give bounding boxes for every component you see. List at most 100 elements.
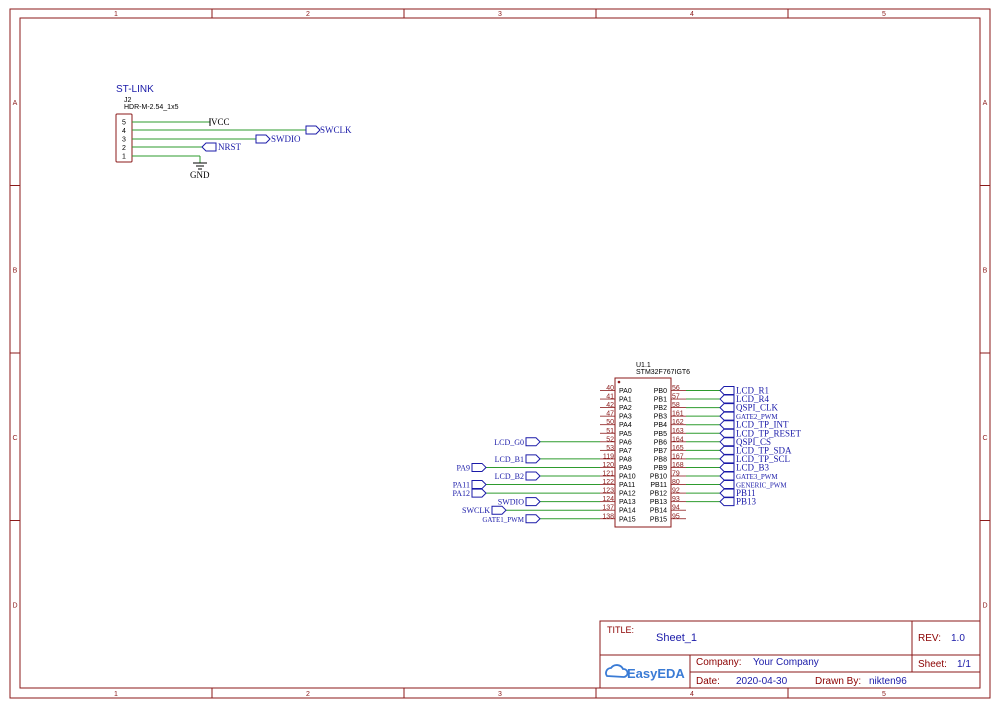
vcc-label: VCC [211, 117, 230, 127]
net-flag [719, 488, 735, 498]
net-flag [525, 437, 541, 447]
mcu-pin-number: 56 [672, 385, 680, 392]
mcu-pin-name: PB11 [650, 482, 667, 489]
mcu-pin-name: PB15 [650, 516, 667, 523]
net-flag [719, 428, 735, 438]
mcu-pin-name: PB14 [650, 508, 667, 515]
rev-label: REV: [918, 633, 941, 644]
column-label: 4 [690, 11, 694, 18]
stlink-connector: ST-LINK J2 HDR-M-2.54_1x5 54 32 1 VCC SWCL… [115, 84, 352, 180]
row-label: C [12, 435, 17, 442]
mcu-pin-number: 123 [602, 488, 614, 495]
mcu-pin-name: PB2 [654, 405, 667, 412]
mcu-pin-name: PB13 [650, 499, 667, 506]
schematic-sheet: 1122334455A AB BC CD D ST-LINK J2 HDR-M-2.54… [9, 8, 991, 699]
mcu-pin-number: 122 [602, 479, 614, 486]
mcu-pin-number: 80 [672, 479, 680, 486]
swdio-flag [255, 134, 271, 144]
mcu-pin-number: 168 [672, 462, 684, 469]
title-label: TITLE: [607, 625, 635, 635]
mcu-pin-number: 79 [672, 471, 680, 478]
column-label: 2 [306, 691, 310, 698]
net-flag [719, 394, 735, 404]
row-label: D [12, 602, 17, 609]
stlink-pin-number: 4 [122, 128, 126, 135]
mcu-pin-number: 163 [672, 428, 684, 435]
net-label: PB13 [736, 497, 757, 507]
mcu-pin-name: PA4 [619, 422, 632, 429]
row-label: A [983, 100, 988, 107]
mcu-pin-number: 124 [602, 496, 614, 503]
mcu-pin-name: PA1 [619, 397, 632, 404]
row-label: D [982, 602, 987, 609]
net-flag [491, 505, 507, 515]
net-label: LCD_B3 [736, 462, 770, 472]
inner-frame [19, 17, 981, 689]
mcu-pin-name: PB10 [650, 474, 667, 481]
stlink-designator: J2 [124, 97, 132, 104]
net-flag [471, 480, 487, 490]
mcu-pin-name: PB0 [654, 388, 667, 395]
net-label: LCD_G0 [494, 438, 524, 447]
mcu-pin-number: 58 [672, 402, 680, 409]
mcu-pin-number: 165 [672, 445, 684, 452]
mcu-pin-name: PB1 [654, 397, 667, 404]
mcu-pin-number: 41 [606, 394, 614, 401]
mcu-pin-number: 137 [602, 505, 614, 512]
mcu-pin-number: 92 [672, 488, 680, 495]
mcu-pin-name: PB5 [654, 431, 667, 438]
mcu-pin-name: PB6 [654, 439, 667, 446]
row-label: B [13, 267, 18, 274]
column-label: 5 [882, 11, 886, 18]
column-label: 1 [114, 691, 118, 698]
mcu-pin-number: 138 [602, 513, 614, 520]
swclk-net: SWCLK [320, 125, 352, 135]
mcu-pin-name: PB9 [654, 465, 667, 472]
rev-value: 1.0 [951, 633, 965, 644]
net-label: GATE1_PWM [482, 516, 524, 524]
row-label: B [983, 267, 988, 274]
mcu-pin-name: PA3 [619, 414, 632, 421]
mcu-pin-number: 40 [606, 385, 614, 392]
net-flag [719, 471, 735, 481]
stlink-pin-number: 1 [122, 154, 126, 161]
net-label: PA9 [457, 463, 471, 472]
stlink-pin-number: 5 [122, 120, 126, 127]
net-flag [719, 420, 735, 430]
mcu-pin-number: 120 [602, 462, 614, 469]
mcu-pin-number: 50 [606, 419, 614, 426]
drawn-by-label: Drawn By: [815, 676, 862, 687]
mcu-pin-number: 47 [606, 411, 614, 418]
mcu-pin-number: 164 [672, 436, 684, 443]
net-flag [719, 454, 735, 464]
mcu-pin-name: PA6 [619, 439, 632, 446]
easyeda-logo-text: EasyEDA [627, 666, 685, 681]
mcu-part: STM32F767IGT6 [636, 369, 690, 376]
sheet-label: Sheet: [918, 659, 947, 670]
mcu-pin-name: PA15 [619, 516, 636, 523]
mcu-pin-name: PA12 [619, 491, 636, 498]
net-flag [719, 403, 735, 413]
mcu-pin-number: 121 [602, 471, 614, 478]
net-label: GATE3_PWM [736, 473, 778, 481]
column-label: 2 [306, 11, 310, 18]
net-flag [525, 454, 541, 464]
nrst-flag [201, 142, 217, 152]
mcu-pin-number: 42 [606, 402, 614, 409]
net-flag [471, 462, 487, 472]
outer-frame [9, 8, 991, 699]
net-label: PA12 [453, 489, 471, 498]
mcu-pin-name: PA13 [619, 499, 636, 506]
mcu-pin-name: PA10 [619, 474, 636, 481]
mcu-pin-number: 51 [606, 428, 614, 435]
mcu-designator: U1.1 [636, 362, 651, 369]
mcu-pin-name: PB3 [654, 414, 667, 421]
mcu-pin-number: 53 [606, 445, 614, 452]
column-label: 3 [498, 691, 502, 698]
mcu-pin-number: 161 [672, 411, 684, 418]
nrst-net: NRST [218, 142, 242, 152]
column-label: 5 [882, 691, 886, 698]
date-label: Date: [696, 676, 720, 687]
stlink-title: ST-LINK [116, 84, 154, 95]
column-label: 3 [498, 11, 502, 18]
